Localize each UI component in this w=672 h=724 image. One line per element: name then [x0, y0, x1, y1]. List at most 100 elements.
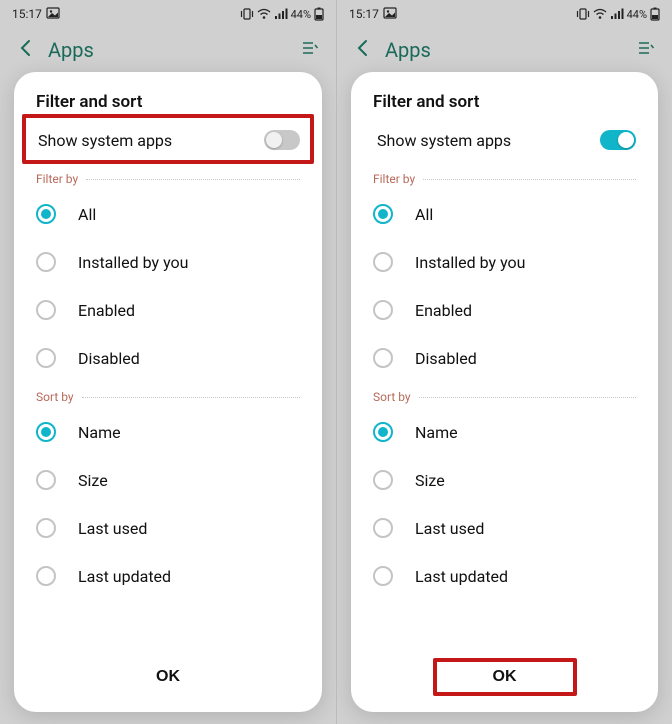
option-label: Disabled: [78, 349, 140, 368]
vibrate-icon: [240, 8, 254, 20]
phone-left: 15:17 44% Apps Filter and sort Show system a…: [0, 0, 336, 724]
show-system-apps-label: Show system apps: [377, 131, 511, 150]
sort-option[interactable]: Last used: [351, 504, 658, 552]
show-system-apps-row[interactable]: Show system apps: [22, 114, 314, 164]
filter-sort-dialog: Filter and sort Show system apps Filter by…: [351, 72, 658, 712]
wifi-icon: [593, 8, 607, 20]
show-system-apps-row[interactable]: Show system apps: [355, 114, 654, 164]
status-time: 15:17: [12, 7, 42, 21]
show-system-apps-switch[interactable]: [600, 130, 636, 150]
sort-option[interactable]: Name: [351, 408, 658, 456]
sort-by-section: Sort by: [351, 382, 658, 408]
option-label: Installed by you: [78, 253, 188, 272]
dialog-title: Filter and sort: [14, 92, 322, 114]
filter-option[interactable]: Disabled: [14, 334, 322, 382]
sort-option[interactable]: Last updated: [14, 552, 322, 600]
menu-icon[interactable]: [636, 38, 656, 63]
sort-by-section-label: Sort by: [373, 390, 411, 404]
battery-icon: [650, 7, 660, 21]
sort-by-section: Sort by: [14, 382, 322, 408]
radio-icon[interactable]: [373, 518, 393, 538]
sort-option[interactable]: Last updated: [351, 552, 658, 600]
menu-icon[interactable]: [300, 38, 320, 63]
option-label: Last used: [78, 519, 147, 538]
ok-row: OK: [14, 646, 322, 712]
radio-icon[interactable]: [36, 252, 56, 272]
option-label: Last used: [415, 519, 484, 538]
battery-icon: [314, 7, 324, 21]
filter-option[interactable]: Disabled: [351, 334, 658, 382]
option-label: Size: [415, 471, 445, 490]
header-title: Apps: [385, 38, 431, 62]
option-label: All: [415, 205, 433, 224]
radio-icon[interactable]: [373, 470, 393, 490]
status-bar: 15:17 44%: [0, 0, 336, 28]
option-label: Enabled: [415, 301, 472, 320]
show-system-apps-switch[interactable]: [264, 130, 300, 150]
sort-option[interactable]: Size: [351, 456, 658, 504]
filter-by-section: Filter by: [351, 164, 658, 190]
image-icon: [46, 7, 60, 22]
radio-icon[interactable]: [36, 300, 56, 320]
option-label: Name: [78, 423, 121, 442]
option-label: All: [78, 205, 96, 224]
header-title: Apps: [48, 38, 94, 62]
image-icon: [383, 7, 397, 22]
apps-header: Apps: [337, 28, 672, 72]
radio-icon[interactable]: [36, 422, 56, 442]
radio-icon[interactable]: [373, 300, 393, 320]
filter-option[interactable]: Enabled: [351, 286, 658, 334]
option-label: Enabled: [78, 301, 135, 320]
filter-option[interactable]: Enabled: [14, 286, 322, 334]
phone-right: 15:17 44% Apps Filter and sort Show system a…: [336, 0, 672, 724]
status-right: 44%: [240, 7, 324, 21]
filter-option[interactable]: All: [351, 190, 658, 238]
status-bar: 15:17 44%: [337, 0, 672, 28]
filter-by-section: Filter by: [14, 164, 322, 190]
back-icon[interactable]: [16, 38, 36, 63]
status-left: 15:17: [12, 7, 60, 22]
radio-icon[interactable]: [36, 518, 56, 538]
filter-by-section-label: Filter by: [36, 172, 78, 186]
sort-option[interactable]: Size: [14, 456, 322, 504]
radio-icon[interactable]: [373, 348, 393, 368]
ok-row: OK: [351, 646, 658, 712]
status-left: 15:17: [349, 7, 397, 22]
radio-icon[interactable]: [373, 204, 393, 224]
status-right: 44%: [576, 7, 660, 21]
option-label: Installed by you: [415, 253, 525, 272]
radio-icon[interactable]: [373, 566, 393, 586]
apps-header: Apps: [0, 28, 336, 72]
battery-text: 44%: [291, 8, 311, 21]
battery-text: 44%: [627, 8, 647, 21]
sort-option[interactable]: Name: [14, 408, 322, 456]
filter-option[interactable]: All: [14, 190, 322, 238]
vibrate-icon: [576, 8, 590, 20]
option-label: Last updated: [415, 567, 508, 586]
ok-button[interactable]: OK: [96, 658, 240, 696]
filter-by-section-label: Filter by: [373, 172, 415, 186]
radio-icon[interactable]: [36, 566, 56, 586]
sort-option[interactable]: Last used: [14, 504, 322, 552]
option-label: Disabled: [415, 349, 477, 368]
signal-icon: [274, 8, 288, 20]
dialog-title: Filter and sort: [351, 92, 658, 114]
status-time: 15:17: [349, 7, 379, 21]
option-label: Size: [78, 471, 108, 490]
radio-icon[interactable]: [36, 348, 56, 368]
wifi-icon: [257, 8, 271, 20]
filter-option[interactable]: Installed by you: [14, 238, 322, 286]
filter-sort-dialog: Filter and sort Show system apps Filter by…: [14, 72, 322, 712]
show-system-apps-label: Show system apps: [38, 131, 172, 150]
filter-option[interactable]: Installed by you: [351, 238, 658, 286]
back-icon[interactable]: [353, 38, 373, 63]
option-label: Name: [415, 423, 458, 442]
radio-icon[interactable]: [36, 470, 56, 490]
radio-icon[interactable]: [373, 422, 393, 442]
sort-by-section-label: Sort by: [36, 390, 74, 404]
signal-icon: [610, 8, 624, 20]
ok-button[interactable]: OK: [433, 658, 577, 696]
radio-icon[interactable]: [36, 204, 56, 224]
radio-icon[interactable]: [373, 252, 393, 272]
option-label: Last updated: [78, 567, 171, 586]
